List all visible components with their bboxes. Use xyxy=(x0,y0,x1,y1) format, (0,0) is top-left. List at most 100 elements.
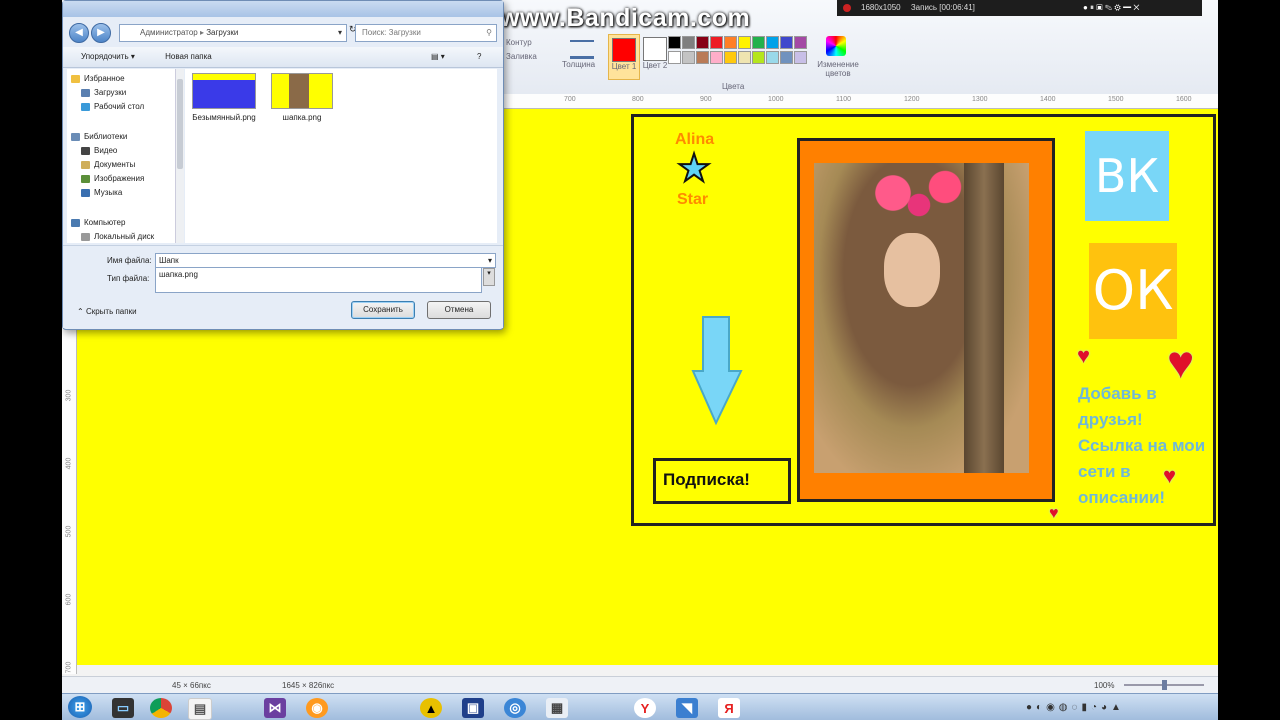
nav-music[interactable]: Музыка xyxy=(81,187,122,199)
file-item[interactable]: Безымянный.png xyxy=(189,73,259,122)
folder-app-icon[interactable]: ▦ xyxy=(546,698,568,718)
fill-button[interactable]: Заливка xyxy=(506,52,537,61)
media-app-icon[interactable]: ⋈ xyxy=(264,698,286,718)
blue-app-icon[interactable]: ◥ xyxy=(676,698,698,718)
face-image xyxy=(884,233,940,307)
palette-color-swatch[interactable] xyxy=(780,36,793,49)
globe-icon[interactable]: ◎ xyxy=(504,698,526,718)
taskbar: ⊞ ▭ ▤ ⋈ ◉ ▲ ▣ ◎ ▦ Y ◥ Я ●◐◉◍◌▮◔◕▲ xyxy=(62,693,1218,720)
color1-button[interactable]: Цвет 1 xyxy=(608,34,640,80)
back-arrow-icon[interactable]: ◀ xyxy=(69,23,89,43)
desktop-icon xyxy=(81,102,90,111)
save-app-icon[interactable]: ▣ xyxy=(462,698,484,718)
nav-label: Рабочий стол xyxy=(94,102,145,111)
palette-color-swatch[interactable] xyxy=(696,36,709,49)
nav-desktop[interactable]: Рабочий стол xyxy=(81,101,144,113)
chevron-down-icon[interactable]: ▾ xyxy=(488,254,492,267)
palette-color-swatch[interactable] xyxy=(752,36,765,49)
nav-favorites[interactable]: Избранное xyxy=(71,73,125,85)
file-name: шапка.png xyxy=(282,113,322,122)
palette-color-swatch[interactable] xyxy=(766,36,779,49)
palette-color-swatch[interactable] xyxy=(724,36,737,49)
dialog-title-bar[interactable] xyxy=(63,1,503,17)
nav-video[interactable]: Видео xyxy=(81,145,117,157)
scrollbar-thumb[interactable] xyxy=(177,79,183,169)
nav-documents[interactable]: Документы xyxy=(81,159,135,171)
view-options-icon[interactable]: ▤ ▾ xyxy=(431,47,445,67)
chevron-down-icon[interactable]: ▾ xyxy=(483,268,495,286)
autocomplete-suggestion[interactable]: шапка.png xyxy=(159,270,198,279)
palette-color-swatch[interactable] xyxy=(668,36,681,49)
image-size: 1645 × 826пкс xyxy=(282,681,335,690)
palette-color-swatch[interactable] xyxy=(682,36,695,49)
chevron-down-icon[interactable]: ▾ xyxy=(338,25,342,41)
monitor-app-icon[interactable]: ▭ xyxy=(112,698,134,718)
filename-value: Шапк xyxy=(159,256,179,265)
nav-local-disk[interactable]: Локальный диск xyxy=(81,231,154,243)
photo-girl-image xyxy=(814,163,1029,473)
palette-color-swatch[interactable] xyxy=(738,51,751,64)
contour-button[interactable]: Контур xyxy=(506,38,532,47)
recorder-controls-icon[interactable]: ● ⏸ ▣ ✎ ⚙ ━ ✕ xyxy=(1083,0,1139,16)
hide-folders-button[interactable]: ⌃ Скрыть папки xyxy=(77,307,137,316)
cancel-button[interactable]: Отмена xyxy=(427,301,491,319)
help-icon[interactable]: ? xyxy=(477,47,481,67)
start-button-icon[interactable]: ⊞ xyxy=(68,696,92,718)
ruler-tick: 1400 xyxy=(1040,96,1056,103)
yandex-icon[interactable]: Я xyxy=(718,698,740,718)
address-part[interactable]: Администратор xyxy=(140,28,198,37)
palette-color-swatch[interactable] xyxy=(668,51,681,64)
palette-color-swatch[interactable] xyxy=(710,36,723,49)
file-item[interactable]: шапка.png xyxy=(267,73,337,122)
palette-color-swatch[interactable] xyxy=(766,51,779,64)
warning-app-icon[interactable]: ▲ xyxy=(420,698,442,718)
address-bar[interactable]: Администратор ▸ Загрузки ▾ xyxy=(119,24,347,42)
nav-downloads[interactable]: Загрузки xyxy=(81,87,126,99)
address-part[interactable]: Загрузки xyxy=(206,28,238,37)
organize-button[interactable]: Упорядочить xyxy=(81,52,129,61)
forward-arrow-icon[interactable]: ▶ xyxy=(91,23,111,43)
nav-computer[interactable]: Компьютер xyxy=(71,217,125,229)
cursor-position: 45 × 66пкс xyxy=(172,681,211,690)
system-tray-icons[interactable]: ●◐◉◍◌▮◔◕▲ xyxy=(1026,702,1125,713)
yandex-browser-icon[interactable]: Y xyxy=(634,698,656,718)
edit-colors-icon[interactable] xyxy=(826,36,846,56)
palette-color-swatch[interactable] xyxy=(696,51,709,64)
autocomplete-dropdown[interactable]: шапка.png xyxy=(155,267,482,293)
chrome-icon[interactable] xyxy=(150,698,172,718)
nav-scrollbar[interactable] xyxy=(175,69,184,243)
orange-app-icon[interactable]: ◉ xyxy=(306,698,328,718)
palette-color-swatch[interactable] xyxy=(794,36,807,49)
thickness-button[interactable]: Толщина xyxy=(562,60,595,69)
color2-button[interactable]: Цвет 2 xyxy=(640,34,670,78)
new-folder-button[interactable]: Новая папка xyxy=(165,52,212,61)
palette-color-swatch[interactable] xyxy=(682,51,695,64)
save-button[interactable]: Сохранить xyxy=(351,301,415,319)
document-app-icon[interactable]: ▤ xyxy=(188,698,212,720)
zoom-slider[interactable] xyxy=(1124,680,1204,690)
ruler-tick: 1500 xyxy=(1108,96,1124,103)
subscribe-box: Подписка! xyxy=(653,458,791,504)
recorder-status: Запись [00:06:41] xyxy=(910,3,975,12)
color-palette[interactable] xyxy=(668,36,807,64)
hide-folders-label: Скрыть папки xyxy=(85,307,137,316)
palette-color-swatch[interactable] xyxy=(710,51,723,64)
filename-input[interactable]: Шапк ▾ xyxy=(155,253,496,268)
nav-libraries[interactable]: Библиотеки xyxy=(71,131,127,143)
palette-color-swatch[interactable] xyxy=(724,51,737,64)
file-thumbnail xyxy=(271,73,333,109)
contour-label: Контур xyxy=(506,38,532,47)
search-input[interactable]: Поиск: Загрузки ⚲ xyxy=(355,24,497,42)
thickness-icon[interactable] xyxy=(570,40,594,59)
color1-label: Цвет 1 xyxy=(611,62,637,71)
recorder-resolution: 1680x1050 xyxy=(861,3,901,12)
ruler-tick: 1200 xyxy=(904,96,920,103)
palette-color-swatch[interactable] xyxy=(752,51,765,64)
palette-color-swatch[interactable] xyxy=(738,36,751,49)
palette-color-swatch[interactable] xyxy=(794,51,807,64)
palette-color-swatch[interactable] xyxy=(780,51,793,64)
name-alina: Alina xyxy=(675,131,715,148)
nav-images[interactable]: Изображения xyxy=(81,173,144,185)
ruler-tick: 600 xyxy=(65,593,73,606)
zoom-slider-thumb[interactable] xyxy=(1162,680,1167,690)
